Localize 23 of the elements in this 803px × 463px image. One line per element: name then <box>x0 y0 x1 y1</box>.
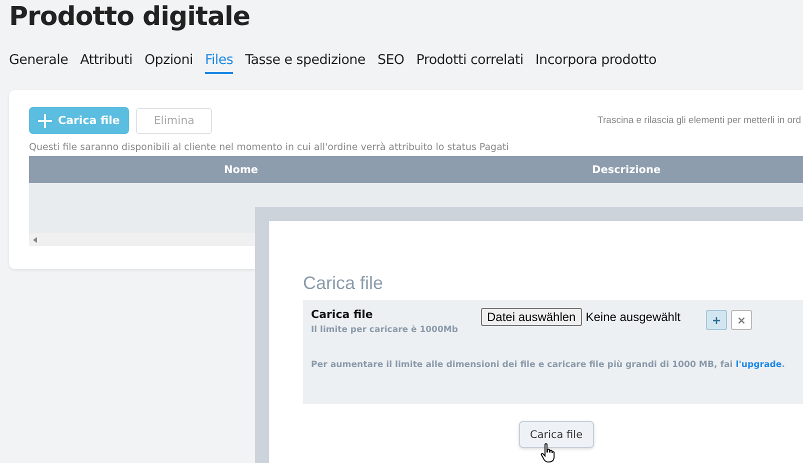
tab[interactable]: Prodotti correlati <box>416 52 524 72</box>
tab[interactable]: SEO <box>377 52 404 72</box>
page-title: Prodotto digitale <box>8 1 252 34</box>
remove-button[interactable]: × <box>731 310 752 330</box>
scroll-left-icon[interactable] <box>33 236 37 242</box>
upgrade-text: Per aumentare il limite alle dimensioni dei file e caricare file più grandi di 1000 MB, fai l'upgrade. <box>311 360 786 370</box>
column-header: Nome <box>222 164 260 176</box>
note-text: Questi file saranno disponibili al cliente nel momento in cui all'ordine verrà attribuito lo status Pagati <box>29 142 510 155</box>
field-label: Carica file <box>311 308 374 321</box>
drag-hint: Trascina e rilascia gli elementi per metterli in ord <box>598 115 802 126</box>
tab[interactable]: Attributi <box>80 52 132 72</box>
file-status: Keine ausgewählt <box>586 310 680 324</box>
tab[interactable]: Incorpora prodotto <box>535 52 656 72</box>
column-header: Descrizione <box>591 164 662 176</box>
submit-button[interactable]: Carica file <box>519 421 594 448</box>
tab[interactable]: Opzioni <box>144 52 193 72</box>
choose-file-button[interactable]: Datei auswählen <box>481 308 582 326</box>
field-hint: Il limite per caricare è 1000Mb <box>311 325 459 335</box>
add-button[interactable]: + <box>706 310 727 330</box>
dialog-title: Carica file <box>303 273 384 295</box>
tab[interactable]: Generale <box>9 52 68 72</box>
tab[interactable]: Tasse e spedizione <box>245 52 366 72</box>
plus-icon <box>38 114 52 128</box>
